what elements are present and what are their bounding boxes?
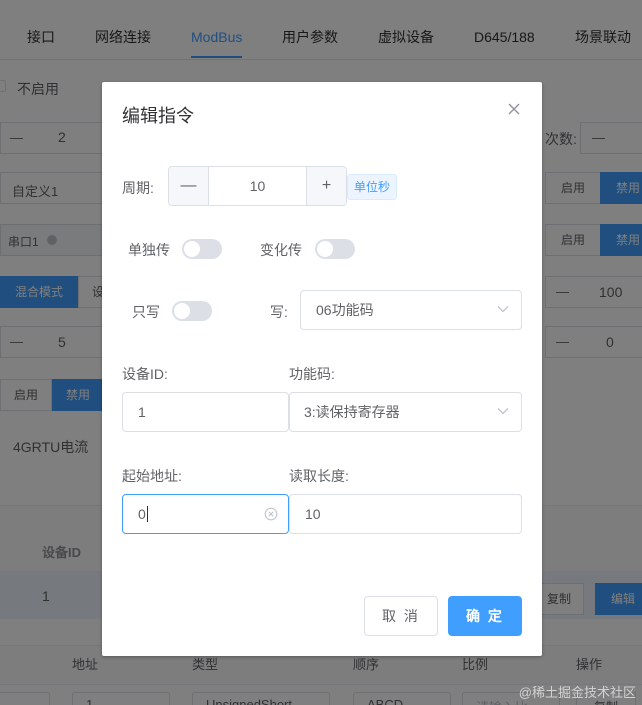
chevron-down-icon [497,306,509,313]
start-addr-input[interactable]: 0 [122,494,289,534]
device-id-label: 设备ID: [122,366,168,382]
chevron-down-icon [497,408,509,415]
func-code-label: 功能码: [289,366,335,382]
read-len-value: 10 [305,506,321,522]
text-cursor [146,506,148,523]
change-send-switch[interactable] [315,239,355,259]
single-send-switch[interactable] [182,239,222,259]
change-send-label: 变化传 [260,242,302,258]
single-send-label: 单独传 [128,242,170,258]
confirm-button[interactable]: 确 定 [448,596,522,636]
device-id-input[interactable]: 1 [122,392,289,432]
func-code-value: 3:读保持寄存器 [304,404,400,420]
period-decrease-button[interactable]: — [169,167,209,205]
read-len-input[interactable]: 10 [289,494,522,534]
period-increase-button[interactable]: + [306,167,346,205]
watermark: @稀土掘金技术社区 [518,685,636,700]
func-code-select[interactable]: 3:读保持寄存器 [289,392,522,432]
write-only-switch[interactable] [172,301,212,321]
dialog-title: 编辑指令 [122,106,194,126]
start-addr-label: 起始地址: [122,468,182,484]
start-addr-value: 0 [138,506,146,522]
write-label: 写: [270,304,288,320]
period-stepper: — 10 + [168,166,347,206]
period-value[interactable]: 10 [210,167,305,205]
write-select-value: 06功能码 [316,302,374,318]
write-only-label: 只写 [132,304,160,320]
read-len-label: 读取长度: [289,468,349,484]
unit-tag: 单位秒 [347,174,398,200]
cancel-button[interactable]: 取 消 [364,596,438,636]
device-id-value: 1 [138,404,146,420]
edit-command-dialog: 编辑指令 周期: — 10 + 单位秒 单独传 变化传 只写 写: 06功能码 … [102,82,542,656]
clear-circle-icon[interactable] [264,507,278,521]
period-label: 周期: [122,180,154,196]
close-icon[interactable] [506,101,522,117]
write-select[interactable]: 06功能码 [300,290,522,330]
